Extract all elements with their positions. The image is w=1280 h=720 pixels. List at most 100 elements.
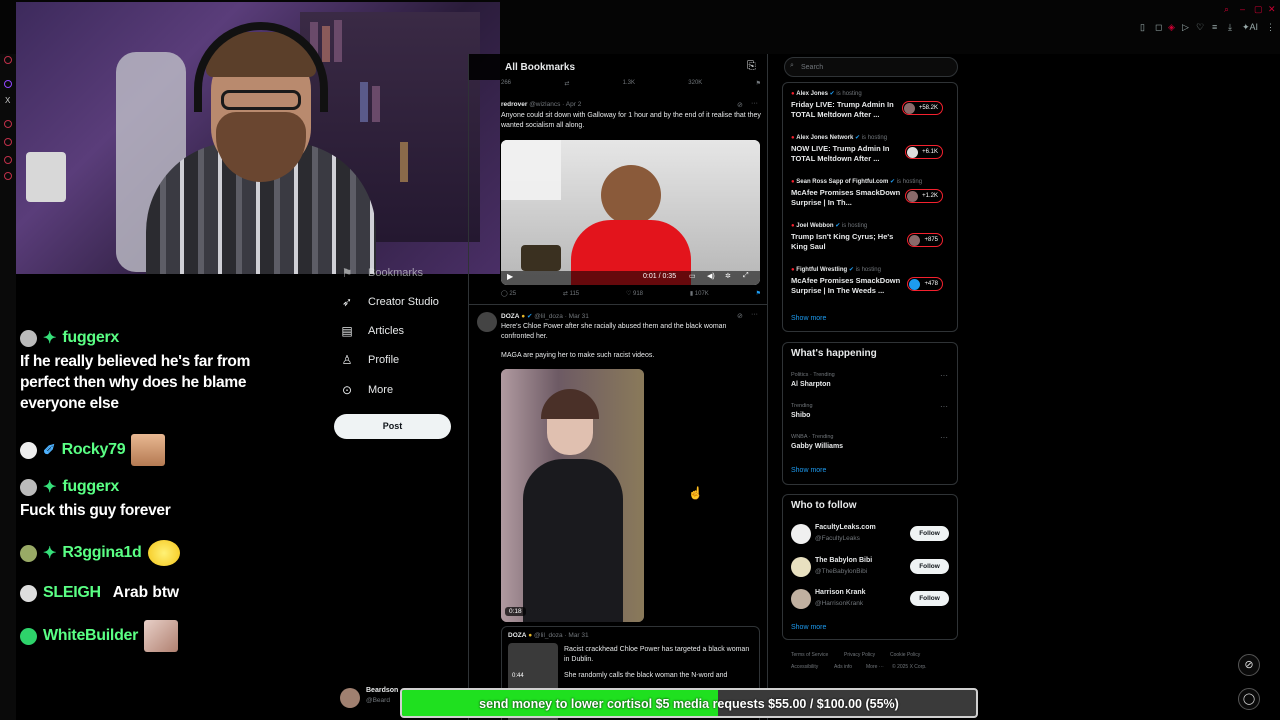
follow-button[interactable]: Follow bbox=[910, 591, 949, 606]
more-options-icon[interactable]: ··· bbox=[751, 100, 758, 107]
chat-user-line: ✦ fuggerx bbox=[20, 477, 119, 497]
footer-link[interactable]: Terms of Service bbox=[791, 652, 828, 658]
account-handle: @Beard bbox=[366, 697, 390, 704]
tweet-date[interactable]: Apr 2 bbox=[566, 101, 582, 108]
show-more-link[interactable]: Show more bbox=[791, 467, 826, 474]
tweet-handle[interactable]: @wizlancs bbox=[529, 101, 560, 108]
video-person-jacket bbox=[523, 459, 623, 622]
more-options-icon[interactable]: ··· bbox=[940, 371, 948, 380]
chat-username: R3ggina1d bbox=[62, 544, 142, 561]
avatar[interactable] bbox=[791, 557, 811, 577]
x-icon[interactable]: X bbox=[5, 96, 10, 105]
sidebar-toggle-icon[interactable]: ⋮ bbox=[1266, 22, 1275, 33]
grok-icon[interactable]: ⊘ bbox=[737, 312, 743, 320]
search-icon[interactable]: ⌕ bbox=[1224, 4, 1229, 15]
shield-icon[interactable]: ◈ bbox=[1168, 22, 1175, 33]
settings-icon[interactable]: ✲ bbox=[725, 272, 731, 280]
reply-button[interactable]: ◯ 25 bbox=[501, 290, 516, 297]
app-icon[interactable] bbox=[4, 156, 12, 164]
grok-button[interactable]: ⊘ bbox=[1238, 654, 1260, 676]
listener-count[interactable]: +6.1K bbox=[905, 145, 943, 159]
tweet-author[interactable]: DOZA bbox=[501, 313, 519, 320]
avatar[interactable] bbox=[791, 589, 811, 609]
footer-link[interactable]: Privacy Policy bbox=[844, 652, 875, 658]
live-space-item[interactable]: ● Fightful Wrestling ✔ is hosting McAfee… bbox=[791, 266, 951, 296]
app-icon[interactable] bbox=[4, 120, 12, 128]
minimize-icon[interactable]: – bbox=[1240, 4, 1245, 14]
retweet-button[interactable]: ⇄ 115 bbox=[563, 290, 579, 297]
maximize-icon[interactable]: ▢ bbox=[1254, 4, 1263, 15]
bookmark-folder-icon[interactable]: ⎘ bbox=[747, 60, 756, 73]
nav-articles[interactable]: ▤ Articles bbox=[340, 324, 404, 338]
footer-link[interactable]: More ··· bbox=[866, 664, 884, 670]
volume-icon[interactable]: ◀) bbox=[707, 272, 715, 280]
ai-button[interactable]: ✦AI bbox=[1242, 22, 1258, 33]
live-space-item[interactable]: ● Joel Webbon ✔ is hosting Trump Isn't K… bbox=[791, 222, 951, 252]
nav-more[interactable]: ⊙ More bbox=[340, 383, 393, 397]
close-icon[interactable]: ✕ bbox=[1268, 4, 1276, 15]
chat-message: Arab btw bbox=[112, 584, 180, 601]
more-options-icon[interactable]: ··· bbox=[940, 402, 948, 411]
verified-icon: ✔ bbox=[848, 267, 854, 273]
avatar bbox=[907, 147, 919, 158]
retweet-icon[interactable]: ⇄ bbox=[564, 80, 569, 87]
view-count[interactable]: 320K bbox=[688, 80, 702, 87]
avatar[interactable] bbox=[791, 524, 811, 544]
trend-name[interactable]: Gabby Williams bbox=[791, 443, 843, 450]
listener-count[interactable]: +1.2K bbox=[905, 189, 943, 203]
search-input[interactable]: Search bbox=[784, 57, 958, 77]
more-options-icon[interactable]: ··· bbox=[940, 433, 948, 442]
tweet-handle[interactable]: @lil_doza bbox=[534, 313, 563, 320]
listener-count[interactable]: +875 bbox=[907, 233, 943, 247]
follow-button[interactable]: Follow bbox=[910, 559, 949, 574]
follow-button[interactable]: Follow bbox=[910, 526, 949, 541]
bookmark-icon[interactable]: ⚑ bbox=[756, 80, 761, 87]
follow-suggestion-name[interactable]: Harrison Krank bbox=[815, 589, 866, 596]
like-count[interactable]: 1.3K bbox=[623, 80, 635, 87]
show-more-link[interactable]: Show more bbox=[791, 624, 826, 631]
show-more-link[interactable]: Show more bbox=[791, 315, 826, 322]
live-space-item[interactable]: ● Alex Jones Network ✔ is hosting NOW LI… bbox=[791, 134, 951, 164]
app-icon[interactable] bbox=[4, 56, 12, 64]
captions-icon[interactable]: ▭ bbox=[689, 272, 696, 280]
nav-bookmarks[interactable]: ⚑ Bookmarks bbox=[340, 266, 423, 280]
fullscreen-icon[interactable]: ⤢ bbox=[743, 272, 749, 280]
post-button[interactable]: Post bbox=[334, 414, 451, 439]
trend-name[interactable]: Al Sharpton bbox=[791, 381, 831, 388]
video-player[interactable]: ▶ 0:01 / 0:35 ▭ ◀) ✲ ⤢ bbox=[501, 140, 760, 285]
bookmark-icon[interactable]: ▯ bbox=[1140, 22, 1145, 33]
messages-button[interactable]: ◯ bbox=[1238, 688, 1260, 710]
live-space-item[interactable]: ● Alex Jones ✔ is hosting Friday LIVE: T… bbox=[791, 90, 951, 120]
menu-icon[interactable]: ≡ bbox=[1212, 22, 1217, 32]
views-button[interactable]: ▮ 107K bbox=[690, 290, 709, 297]
more-options-icon[interactable]: ··· bbox=[751, 311, 758, 318]
bookmark-icon[interactable]: ⚑ bbox=[756, 290, 761, 297]
reply-count[interactable]: 266 bbox=[501, 80, 511, 87]
nav-profile[interactable]: ♙ Profile bbox=[340, 353, 400, 367]
follow-suggestion-name[interactable]: The Babylon Bibi bbox=[815, 557, 872, 564]
tweet-date[interactable]: Mar 31 bbox=[569, 313, 589, 320]
tweet-author[interactable]: redrover bbox=[501, 101, 527, 108]
screenshot-icon[interactable]: ◻ bbox=[1155, 22, 1162, 33]
footer-link[interactable]: Accessibility bbox=[791, 664, 818, 670]
heart-icon[interactable]: ♡ bbox=[1196, 22, 1204, 33]
footer-link[interactable]: Ads info bbox=[834, 664, 852, 670]
avatar[interactable] bbox=[477, 312, 497, 332]
app-icon[interactable] bbox=[4, 172, 12, 180]
download-icon[interactable]: ⤓ bbox=[1228, 22, 1232, 33]
grok-icon[interactable]: ⊘ bbox=[737, 101, 743, 109]
trend-name[interactable]: Shibo bbox=[791, 412, 810, 419]
app-icon[interactable] bbox=[4, 138, 12, 146]
play-icon[interactable]: ▷ bbox=[1182, 22, 1189, 33]
listener-count[interactable]: +58.2K bbox=[901, 101, 943, 115]
video-player[interactable]: 0:18 bbox=[501, 369, 644, 622]
live-space-item[interactable]: ● Sean Ross Sapp of Fightful.com ✔ is ho… bbox=[791, 178, 951, 208]
follow-suggestion-name[interactable]: FacultyLeaks.com bbox=[815, 524, 876, 531]
play-icon[interactable]: ▶ bbox=[507, 272, 513, 281]
footer-link[interactable]: Cookie Policy bbox=[890, 652, 920, 658]
like-button[interactable]: ♡ 918 bbox=[626, 290, 643, 297]
chat-user-line: WhiteBuilder bbox=[20, 620, 179, 652]
nav-creator-studio[interactable]: ➶ Creator Studio bbox=[340, 295, 439, 309]
listener-count[interactable]: +478 bbox=[907, 277, 943, 291]
twitch-icon[interactable] bbox=[4, 80, 12, 88]
